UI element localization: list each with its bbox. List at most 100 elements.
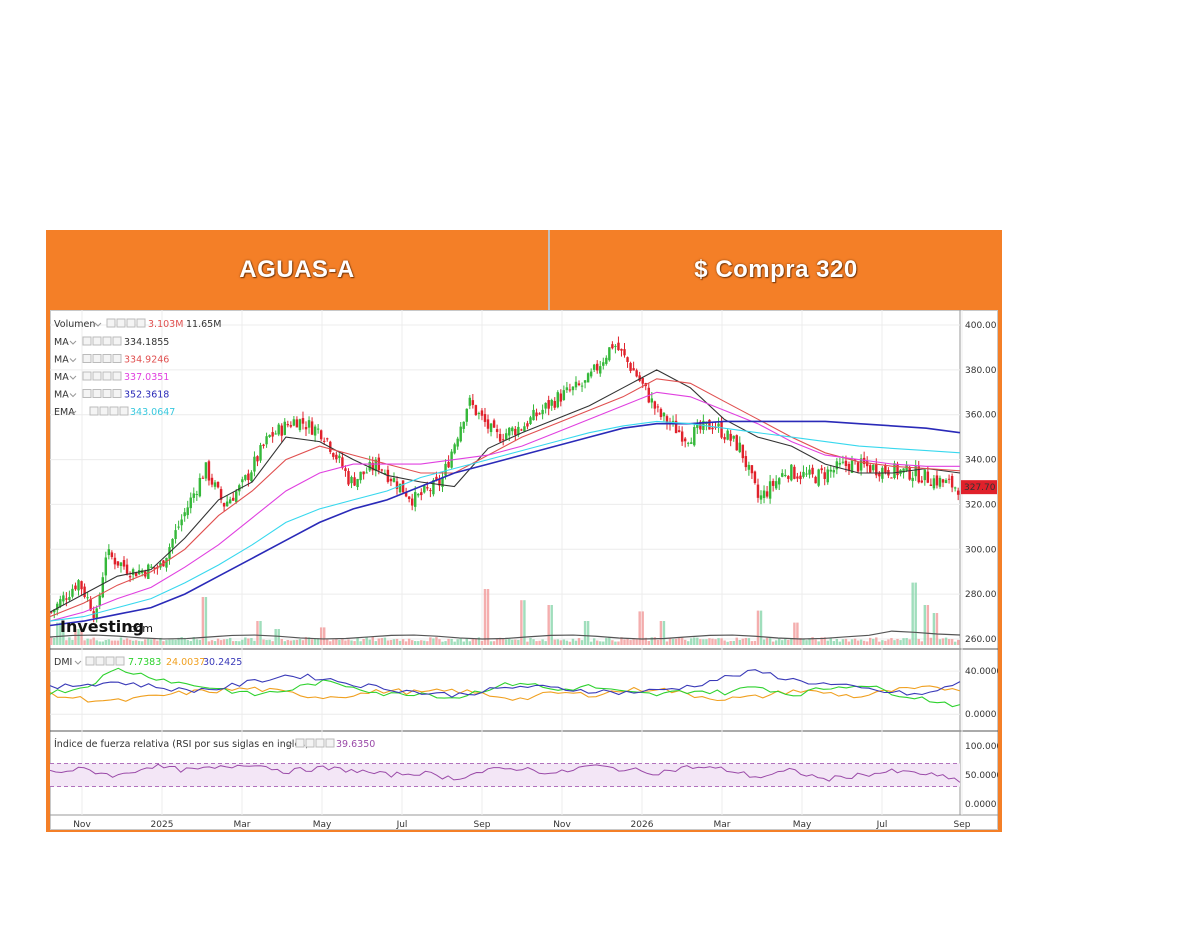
legend-control-icon <box>136 318 146 328</box>
price-chart[interactable]: Nov 2025 Mar May Jul Sep Nov 2026 Mar May Jul Sep 40… <box>50 310 998 830</box>
volume-bar <box>277 629 280 645</box>
volume-bar <box>492 641 496 645</box>
price-tick-label: 300.00 <box>965 545 997 555</box>
candle <box>147 564 150 579</box>
candle <box>356 478 359 488</box>
volume-bar <box>444 641 447 645</box>
volume-bar <box>932 613 936 645</box>
volume-bar <box>535 641 538 645</box>
dmi-legend-label: DMI <box>54 657 72 668</box>
volume-bar <box>362 638 365 645</box>
volume-bar <box>323 627 326 645</box>
volume-bar <box>699 639 702 645</box>
candle <box>304 427 308 430</box>
ticker-title: AGUAS-A <box>239 256 355 283</box>
candle <box>832 470 836 473</box>
legend-series-name: MA <box>54 372 69 383</box>
chevron-down-icon <box>69 358 77 363</box>
candle <box>498 433 502 442</box>
volume-bar <box>313 638 317 645</box>
volume-bar <box>547 605 550 645</box>
candle <box>338 455 341 459</box>
legend-control-icon <box>106 318 116 328</box>
candle <box>165 557 168 568</box>
time-tick-label: 2025 <box>151 820 174 830</box>
legend-series-name: MA <box>54 355 69 366</box>
volume-bar <box>826 640 829 645</box>
candle <box>778 478 781 485</box>
volume-bar <box>517 639 520 645</box>
legend-control-icon <box>116 318 126 328</box>
candle <box>784 474 787 476</box>
volume-bar <box>729 641 732 645</box>
volume-bar <box>717 638 720 645</box>
volume-bar <box>137 640 141 645</box>
rsi-tick-label: 50.0000 <box>965 771 998 781</box>
candle <box>602 362 605 366</box>
volume-bar <box>805 640 808 645</box>
volume-bar <box>113 640 117 645</box>
candle <box>765 491 769 497</box>
candle <box>298 419 302 431</box>
volume-bar <box>98 641 101 645</box>
volume-bar <box>286 639 290 645</box>
candle <box>101 577 104 598</box>
volume-bar <box>884 640 887 645</box>
candle <box>659 408 663 418</box>
volume-bar <box>911 582 914 645</box>
chart-frame <box>50 310 998 830</box>
volume-bar <box>380 638 384 645</box>
candle <box>641 377 644 384</box>
volume-bar <box>162 641 165 645</box>
volume-bar <box>586 621 590 645</box>
volume-bar <box>86 638 89 645</box>
candle <box>565 387 569 391</box>
volume-bar <box>50 637 53 645</box>
candle <box>723 437 726 440</box>
candle <box>683 438 687 442</box>
volume-bar <box>341 639 344 645</box>
candle <box>953 487 957 489</box>
volume-bar <box>732 640 735 645</box>
volume-bar <box>526 641 529 645</box>
candle <box>556 392 559 408</box>
volume-bar <box>189 641 192 645</box>
legend-volume-label: Volumen <box>54 319 95 330</box>
volume-bar <box>541 639 544 645</box>
price-tick-label: 400.00 <box>965 321 997 331</box>
candle <box>417 493 420 496</box>
candle <box>796 476 799 479</box>
candle <box>65 598 68 600</box>
volume-bar <box>150 639 153 645</box>
volume-bar <box>532 639 535 645</box>
candle <box>110 552 114 558</box>
volume-bar <box>723 640 726 645</box>
volume-bar <box>793 622 796 645</box>
ma-line <box>50 369 961 613</box>
candle <box>213 482 217 487</box>
volume-bar <box>668 638 672 645</box>
candle <box>811 467 814 475</box>
candle <box>216 481 220 488</box>
candle <box>911 477 914 482</box>
volume-bar <box>899 640 902 645</box>
volume-bar <box>638 611 641 645</box>
volume-bar <box>168 639 171 645</box>
candle <box>68 597 71 601</box>
dmi-value: 7.7383 <box>128 657 161 668</box>
candle <box>771 480 775 486</box>
volume-bar <box>926 605 930 645</box>
volume-bar <box>674 638 678 645</box>
candle <box>83 586 86 597</box>
volume-bar <box>881 640 884 645</box>
volume-bar <box>659 621 663 645</box>
volume-bar <box>392 639 396 645</box>
volume-bar <box>359 641 362 645</box>
volume-bar <box>844 638 848 645</box>
candle <box>225 501 229 507</box>
volume-bar <box>759 610 763 645</box>
candle <box>174 530 177 539</box>
dmi-value: 30.2425 <box>203 657 242 668</box>
volume-bar <box>256 621 259 645</box>
volume-bar <box>711 638 714 645</box>
